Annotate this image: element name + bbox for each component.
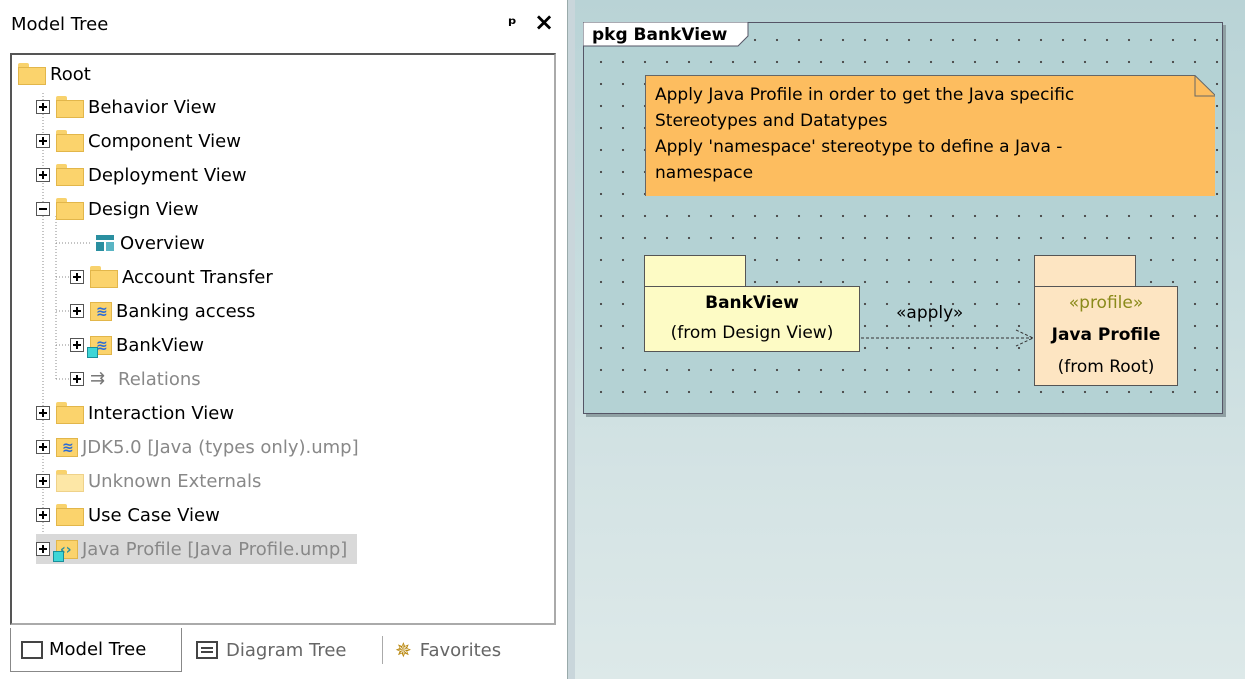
pane-title: Model Tree xyxy=(11,14,109,35)
tree-item-label: Interaction View xyxy=(88,402,235,424)
pane-tabs: Model Tree Diagram Tree ✵ Favorites xyxy=(10,628,556,672)
pin-icon[interactable]: ᵖ xyxy=(508,14,517,35)
bankview-package-tab[interactable] xyxy=(644,255,746,287)
tab-label: Model Tree xyxy=(49,639,147,660)
note-text: Apply Java Profile in order to get the J… xyxy=(655,82,1074,186)
expand-icon[interactable] xyxy=(70,270,84,284)
tree-item-java-profile[interactable]: ‹› Java Profile [Java Profile.ump] xyxy=(36,534,358,564)
folder-icon xyxy=(56,96,84,118)
note-line: Apply Java Profile in order to get the J… xyxy=(655,85,1075,105)
tree-item-label: Root xyxy=(50,63,91,85)
profile-stereotype: «profile» xyxy=(1068,293,1144,313)
folder-icon xyxy=(90,266,118,288)
note-line: Apply 'namespace' stereotype to define a… xyxy=(655,137,1063,157)
tab-model-tree[interactable]: Model Tree xyxy=(10,628,182,672)
tree-item-account-transfer[interactable]: Account Transfer xyxy=(70,262,273,292)
collapse-icon[interactable] xyxy=(36,202,50,216)
java-package-icon: ≋ xyxy=(56,436,78,458)
note-line: Stereotypes and Datatypes xyxy=(655,111,888,131)
package-owner: (from Design View) xyxy=(670,323,834,343)
diagram-tree-icon xyxy=(196,641,218,659)
relations-icon: ⇉ xyxy=(90,368,106,389)
tree-item-interaction-view[interactable]: Interaction View xyxy=(36,398,234,428)
folder-icon xyxy=(56,130,84,152)
tree-item-jdk[interactable]: ≋ JDK5.0 [Java (types only).ump] xyxy=(36,432,359,462)
tree-item-behavior-view[interactable]: Behavior View xyxy=(36,92,216,122)
expand-icon[interactable] xyxy=(36,134,50,148)
close-icon[interactable]: × xyxy=(534,10,554,34)
java-profile-package[interactable]: «profile» Java Profile (from Root) xyxy=(1034,286,1178,386)
diagram-icon xyxy=(94,232,116,254)
tree-item-label: Relations xyxy=(118,368,201,390)
tree-item-design-view[interactable]: Design View xyxy=(36,194,199,224)
tree-item-label: Design View xyxy=(88,198,199,220)
tree-item-overview[interactable]: Overview xyxy=(94,228,205,258)
folder-icon xyxy=(56,470,84,492)
tree-view[interactable]: Root Behavior View Component View Deploy… xyxy=(10,53,556,625)
folder-icon xyxy=(21,640,43,659)
tree-item-label: Account Transfer xyxy=(122,266,273,288)
expand-icon[interactable] xyxy=(70,372,84,386)
package-name: Java Profile xyxy=(1051,325,1161,345)
tree-item-component-view[interactable]: Component View xyxy=(36,126,241,156)
folder-icon xyxy=(18,63,46,85)
tree-item-deployment-view[interactable]: Deployment View xyxy=(36,160,247,190)
expand-icon[interactable] xyxy=(70,304,84,318)
bankview-package[interactable]: BankView (from Design View) xyxy=(644,286,860,352)
tree-item-label: Banking access xyxy=(116,300,256,322)
tree-item-label: Deployment View xyxy=(88,164,247,186)
tab-label: Diagram Tree xyxy=(226,639,347,661)
folder-icon xyxy=(56,198,84,220)
folder-icon xyxy=(56,504,84,526)
dependency-label: «apply» xyxy=(896,303,964,323)
expand-icon[interactable] xyxy=(36,100,50,114)
package-owner: (from Root) xyxy=(1057,357,1155,377)
package-name: BankView xyxy=(705,293,799,313)
model-tree-pane: Model Tree ᵖ × Root Behavior View Compon… xyxy=(0,0,567,679)
tree-item-label: Overview xyxy=(120,232,205,254)
tree-item-label: Component View xyxy=(88,130,241,152)
tree-item-unknown-externals[interactable]: Unknown Externals xyxy=(36,466,261,496)
java-package-icon: ≋ xyxy=(90,300,112,322)
expand-icon[interactable] xyxy=(70,338,84,352)
tree-item-relations[interactable]: ⇉ Relations xyxy=(70,364,201,394)
expand-icon[interactable] xyxy=(36,406,50,420)
expand-icon[interactable] xyxy=(36,508,50,522)
tab-favorites[interactable]: ✵ Favorites xyxy=(395,628,501,672)
note-line: namespace xyxy=(655,163,754,183)
java-profile-tab[interactable] xyxy=(1034,255,1136,287)
frame-label: pkg BankView xyxy=(592,25,728,45)
tree-item-label: Unknown Externals xyxy=(88,470,262,492)
tree-item-label: Behavior View xyxy=(88,96,217,118)
expand-icon[interactable] xyxy=(36,168,50,182)
folder-icon xyxy=(56,164,84,186)
tab-diagram-tree[interactable]: Diagram Tree xyxy=(196,628,347,672)
tree-item-use-case-view[interactable]: Use Case View xyxy=(36,500,220,530)
expand-icon[interactable] xyxy=(36,542,50,556)
pane-title-bar: Model Tree ᵖ × xyxy=(0,0,567,48)
expand-icon[interactable] xyxy=(36,474,50,488)
tree-item-label: JDK5.0 [Java (types only).ump] xyxy=(82,436,359,458)
folder-icon xyxy=(56,402,84,424)
tree-item-banking-access[interactable]: ≋ Banking access xyxy=(70,296,255,326)
tree-item-label: BankView xyxy=(116,334,204,356)
expand-icon[interactable] xyxy=(36,440,50,454)
tree-item-root[interactable]: Root xyxy=(18,59,91,89)
tree-item-label: Use Case View xyxy=(88,504,220,526)
tab-separator xyxy=(382,636,383,664)
tree-item-label: Java Profile [Java Profile.ump] xyxy=(82,538,348,560)
profile-package-icon: ‹› xyxy=(53,538,78,562)
tree-item-bankview[interactable]: ≋ BankView xyxy=(70,330,204,360)
favorites-icon: ✵ xyxy=(395,638,412,662)
tab-label: Favorites xyxy=(419,639,502,661)
java-package-icon: ≋ xyxy=(87,334,112,358)
